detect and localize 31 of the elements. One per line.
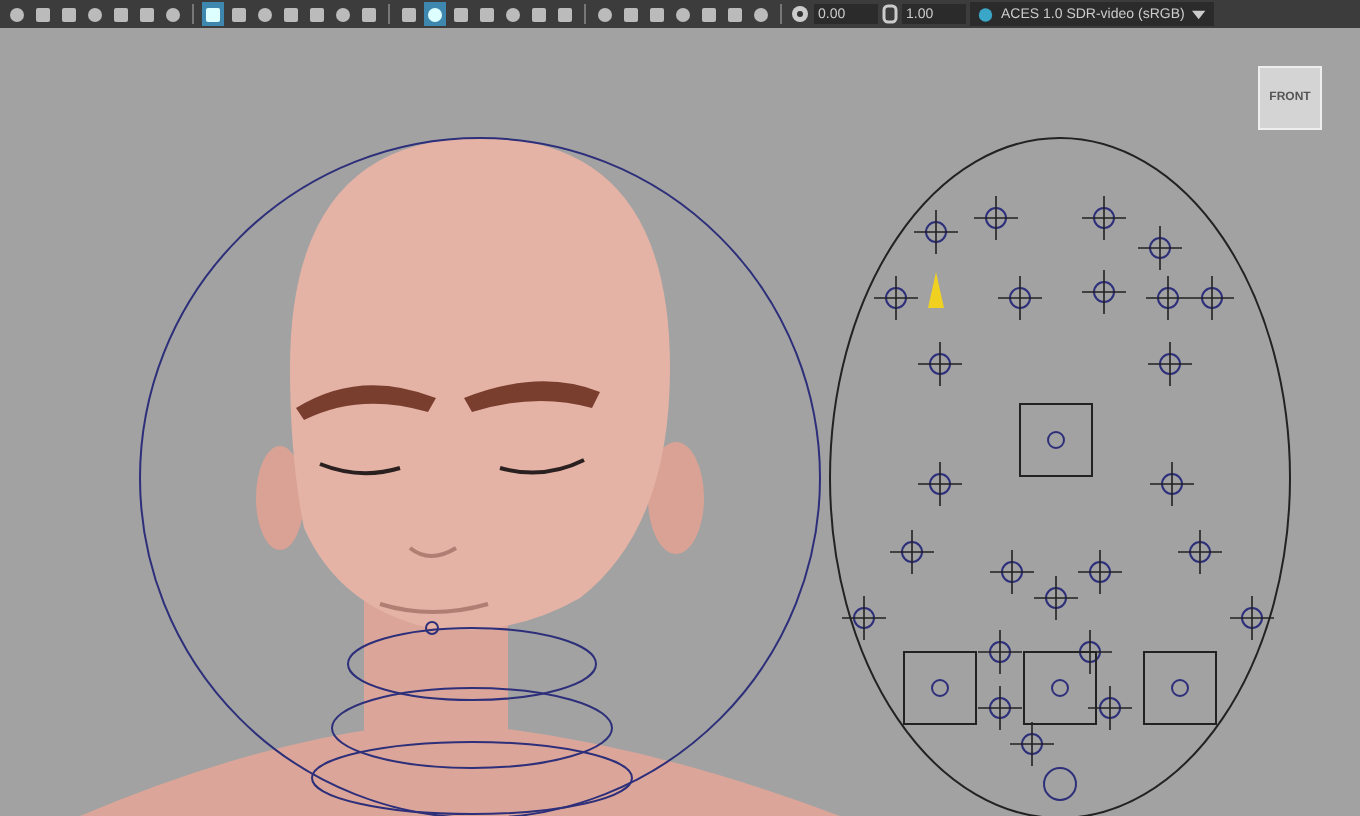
toolbar-icon[interactable]: [646, 2, 668, 26]
toolbar-icon[interactable]: [358, 2, 380, 26]
toolbar-icon[interactable]: [528, 2, 550, 26]
toolbar-icon[interactable]: [620, 2, 642, 26]
toolbar-icon[interactable]: [202, 2, 224, 26]
toolbar-icon[interactable]: [6, 2, 28, 26]
gamma-icon: [882, 4, 898, 24]
toolbar-icon[interactable]: [424, 2, 446, 26]
toolbar-icon[interactable]: [162, 2, 184, 26]
toolbar-icon[interactable]: [254, 2, 276, 26]
toolbar-icon[interactable]: [594, 2, 616, 26]
toolbar-icon[interactable]: [398, 2, 420, 26]
toolbar-icon[interactable]: [84, 2, 106, 26]
toolbar-icon[interactable]: [502, 2, 524, 26]
toolbar-icon[interactable]: [228, 2, 250, 26]
color-management-icon: [978, 5, 994, 23]
toolbar-icon[interactable]: [306, 2, 328, 26]
toolbar-icon[interactable]: [332, 2, 354, 26]
toolbar-icon[interactable]: [450, 2, 472, 26]
toolbar-icon[interactable]: [110, 2, 132, 26]
toolbar-icon[interactable]: [476, 2, 498, 26]
toolbar-icon[interactable]: [554, 2, 576, 26]
toolbar-icon[interactable]: [672, 2, 694, 26]
toolbar-icon[interactable]: [724, 2, 746, 26]
toolbar-icon[interactable]: [698, 2, 720, 26]
caret-icon: [1192, 9, 1206, 19]
toolbar-icon[interactable]: [750, 2, 772, 26]
toolbar-icon[interactable]: [58, 2, 80, 26]
toolbar-icon[interactable]: [32, 2, 54, 26]
toolbar-icon[interactable]: [280, 2, 302, 26]
toolbar-icon[interactable]: [136, 2, 158, 26]
